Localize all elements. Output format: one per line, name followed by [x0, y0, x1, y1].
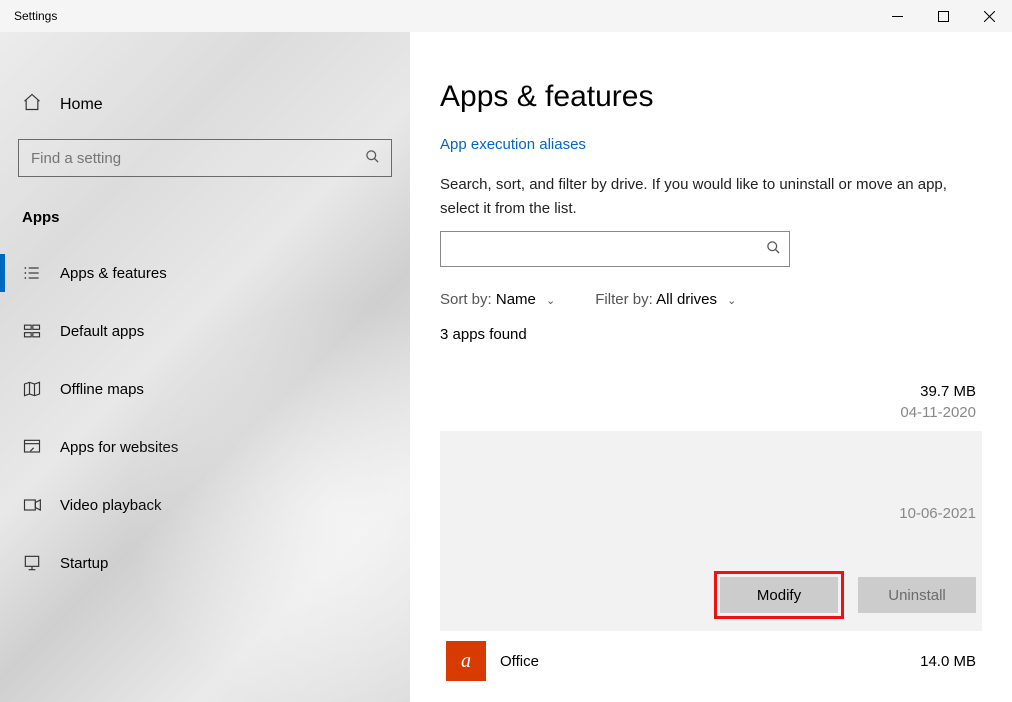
list-icon — [22, 263, 42, 283]
modify-highlight: Modify — [714, 571, 844, 619]
video-icon — [22, 495, 42, 515]
sort-by-control[interactable]: Sort by: Name ⌄ — [440, 291, 555, 308]
search-icon — [363, 149, 381, 168]
app-icon: a — [446, 641, 486, 681]
filter-label: Filter by: — [595, 291, 653, 308]
minimize-button[interactable] — [874, 0, 920, 32]
app-row[interactable]: 39.7 MB 04-11-2020 — [440, 373, 982, 431]
startup-icon — [22, 553, 42, 573]
app-execution-aliases-link[interactable]: App execution aliases — [440, 136, 982, 153]
app-row-selected[interactable]: 10-06-2021 Modify Uninstall — [440, 431, 982, 631]
sort-label: Sort by: — [440, 291, 492, 308]
titlebar: Settings — [0, 0, 1012, 32]
uninstall-button[interactable]: Uninstall — [858, 577, 976, 613]
nav-item-label: Video playback — [60, 497, 161, 514]
nav-item-label: Default apps — [60, 323, 144, 340]
app-search-input[interactable] — [449, 240, 766, 259]
sort-value: Name — [496, 291, 536, 308]
nav-item-label: Offline maps — [60, 381, 144, 398]
app-actions: Modify Uninstall — [714, 571, 976, 619]
nav-home[interactable]: Home — [0, 82, 410, 127]
section-label: Apps — [0, 201, 410, 244]
page-description: Search, sort, and filter by drive. If yo… — [440, 173, 960, 221]
app-size: 39.7 MB — [900, 383, 976, 400]
nav-offline-maps[interactable]: Offline maps — [0, 360, 410, 418]
filter-value: All drives — [656, 291, 717, 308]
app-search-box[interactable] — [440, 231, 790, 267]
map-icon — [22, 379, 42, 399]
nav-item-label: Apps & features — [60, 265, 167, 282]
nav-home-label: Home — [60, 96, 103, 114]
defaults-icon — [22, 321, 42, 341]
nav-item-label: Apps for websites — [60, 439, 178, 456]
search-input[interactable] — [29, 149, 363, 168]
nav-startup[interactable]: Startup — [0, 534, 410, 592]
nav-apps-for-websites[interactable]: Apps for websites — [0, 418, 410, 476]
nav-item-label: Startup — [60, 555, 108, 572]
nav-video-playback[interactable]: Video playback — [0, 476, 410, 534]
app-list: 39.7 MB 04-11-2020 10-06-2021 — [440, 373, 982, 691]
chevron-down-icon: ⌄ — [727, 295, 736, 307]
window-controls — [874, 0, 1012, 32]
app-date: 10-06-2021 — [899, 505, 976, 522]
main-panel: Apps & features App execution aliases Se… — [410, 32, 1012, 702]
filter-by-control[interactable]: Filter by: All drives ⌄ — [595, 291, 736, 308]
settings-window: Settings Home — [0, 0, 1012, 702]
home-icon — [22, 92, 42, 117]
search-icon — [766, 240, 781, 259]
website-icon — [22, 437, 42, 457]
modify-button[interactable]: Modify — [720, 577, 838, 613]
sidebar: Home Apps Apps & features Default ap — [0, 32, 410, 702]
office-icon: a — [446, 641, 486, 681]
nav-default-apps[interactable]: Default apps — [0, 302, 410, 360]
nav-apps-features[interactable]: Apps & features — [0, 244, 410, 302]
app-size: 14.0 MB — [920, 653, 976, 670]
page-title: Apps & features — [440, 80, 982, 114]
apps-found-count: 3 apps found — [440, 326, 982, 343]
close-button[interactable] — [966, 0, 1012, 32]
sidebar-search[interactable] — [18, 139, 392, 177]
app-row[interactable]: a Office 14.0 MB — [440, 631, 982, 691]
chevron-down-icon: ⌄ — [546, 295, 555, 307]
app-name: Office — [500, 653, 920, 670]
sort-filter-row: Sort by: Name ⌄ Filter by: All drives ⌄ — [440, 291, 982, 308]
app-date: 04-11-2020 — [900, 404, 976, 421]
maximize-button[interactable] — [920, 0, 966, 32]
window-title: Settings — [14, 9, 57, 23]
